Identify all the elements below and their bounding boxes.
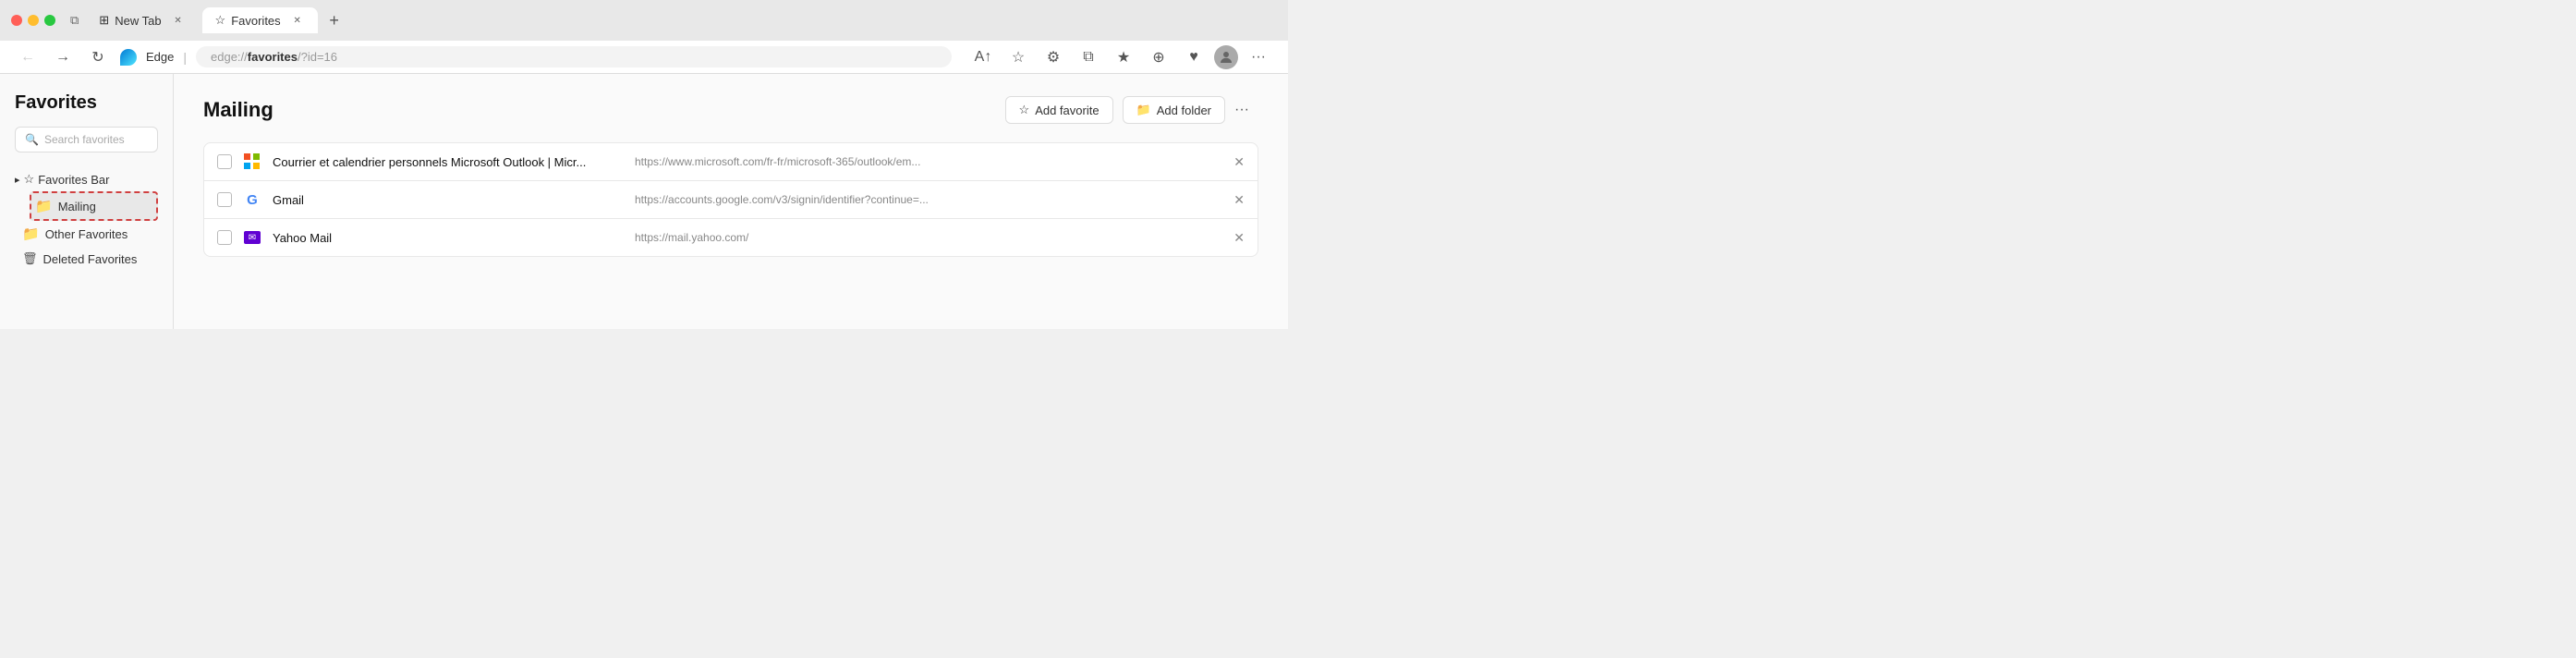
tab-bar: ⊞ New Tab ✕ ☆ Favorites ✕ + (86, 7, 1277, 33)
address-text: edge://favorites/?id=16 (211, 50, 337, 64)
folder-icon: 📁 (35, 198, 53, 214)
favorite-item-gmail: G Gmail https://accounts.google.com/v3/s… (203, 181, 1258, 219)
outlook-url: https://www.microsoft.com/fr-fr/microsof… (635, 155, 1215, 168)
address-divider: | (183, 50, 187, 65)
fullscreen-button[interactable] (44, 15, 55, 26)
search-box[interactable]: 🔍 Search favorites (15, 127, 158, 152)
tab-new-tab[interactable]: ⊞ New Tab ✕ (86, 7, 198, 33)
extension-icon: ⧉ (70, 13, 79, 28)
title-bar: ⧉ ⊞ New Tab ✕ ☆ Favorites ✕ + (0, 0, 1288, 41)
settings-more-button[interactable]: ··· (1244, 43, 1273, 72)
profile-avatar[interactable] (1214, 45, 1238, 69)
edge-rewards-icon[interactable]: ♥ (1179, 43, 1209, 72)
add-favorite-button[interactable]: ☆ Add favorite (1005, 96, 1113, 124)
favorite-item-yahoo: ✉ Yahoo Mail https://mail.yahoo.com/ ✕ (203, 219, 1258, 257)
outlook-name[interactable]: Courrier et calendrier personnels Micros… (273, 155, 624, 169)
favorite-item-outlook: Courrier et calendrier personnels Micros… (203, 142, 1258, 181)
gmail-url: https://accounts.google.com/v3/signin/id… (635, 193, 1215, 206)
favorites-tab-icon: ☆ (215, 13, 226, 28)
gmail-remove-button[interactable]: ✕ (1233, 192, 1245, 208)
content-header: Mailing ☆ Add favorite 📁 Add folder ··· (203, 96, 1258, 124)
gmail-name[interactable]: Gmail (273, 193, 624, 207)
deleted-favorites-label: Deleted Favorites (43, 252, 138, 266)
back-button[interactable]: ← (15, 44, 41, 70)
address-bar: ← → ↻ Edge | edge://favorites/?id=16 A↑ … (0, 41, 1288, 74)
new-tab-close[interactable]: ✕ (171, 13, 186, 28)
yahoo-remove-button[interactable]: ✕ (1233, 230, 1245, 246)
search-icon: 🔍 (25, 133, 39, 146)
favorites-bar-icon[interactable]: ★ (1109, 43, 1138, 72)
trash-icon: 🗑 (22, 251, 38, 266)
star-icon: ☆ (24, 172, 35, 187)
expand-icon: ▸ (15, 174, 20, 186)
add-favorite-icon: ☆ (1019, 103, 1030, 117)
read-aloud-icon[interactable]: A↑ (968, 43, 998, 72)
gmail-icon: G (243, 190, 261, 209)
favorites-bar-label: Favorites Bar (38, 173, 109, 187)
edge-logo-icon (120, 49, 137, 66)
gmail-checkbox[interactable] (217, 192, 232, 207)
favorites-tab-label: Favorites (231, 14, 280, 28)
extensions-icon[interactable]: ⚙ (1039, 43, 1068, 72)
favorites-icon[interactable]: ☆ (1003, 43, 1033, 72)
folder-icon: 📁 (22, 225, 40, 242)
forward-button[interactable]: → (50, 44, 76, 70)
address-input[interactable]: edge://favorites/?id=16 (196, 46, 952, 67)
sidebar-item-favorites-bar[interactable]: ▸ ☆ Favorites Bar (15, 167, 158, 191)
new-tab-button[interactable]: + (322, 7, 347, 33)
add-folder-label: Add folder (1157, 104, 1211, 117)
favorites-tab-close[interactable]: ✕ (290, 13, 305, 28)
sidebar-item-other-favorites[interactable]: 📁 Other Favorites (18, 221, 158, 247)
content-title: Mailing (203, 98, 996, 122)
yahoo-url: https://mail.yahoo.com/ (635, 231, 1215, 244)
outlook-remove-button[interactable]: ✕ (1233, 154, 1245, 170)
content-area: Mailing ☆ Add favorite 📁 Add folder ··· (174, 74, 1288, 329)
split-screen-icon[interactable]: ⧉ (1074, 43, 1103, 72)
other-favorites-label: Other Favorites (45, 227, 128, 241)
minimize-button[interactable] (28, 15, 39, 26)
favorites-list: Courrier et calendrier personnels Micros… (203, 142, 1258, 257)
outlook-icon (243, 152, 261, 171)
yahoo-checkbox[interactable] (217, 230, 232, 245)
add-folder-icon: 📁 (1136, 103, 1151, 117)
sidebar: Favorites 🔍 Search favorites ▸ ☆ Favorit… (0, 74, 174, 329)
traffic-lights (11, 15, 55, 26)
close-button[interactable] (11, 15, 22, 26)
content-more-button[interactable]: ··· (1225, 96, 1258, 124)
collections-icon[interactable]: ⊕ (1144, 43, 1173, 72)
main-content: Favorites 🔍 Search favorites ▸ ☆ Favorit… (0, 74, 1288, 329)
add-folder-button[interactable]: 📁 Add folder (1123, 96, 1225, 124)
add-favorite-label: Add favorite (1035, 104, 1099, 117)
toolbar-icons: A↑ ☆ ⚙ ⧉ ★ ⊕ ♥ ··· (968, 43, 1273, 72)
sidebar-item-mailing[interactable]: 📁 Mailing (30, 191, 158, 221)
yahoo-icon: ✉ (243, 228, 261, 247)
sidebar-item-deleted-favorites[interactable]: 🗑 Deleted Favorites (18, 247, 158, 271)
sidebar-title: Favorites (15, 92, 158, 114)
new-tab-icon: ⊞ (99, 13, 109, 28)
tab-favorites[interactable]: ☆ Favorites ✕ (202, 7, 318, 33)
search-placeholder: Search favorites (44, 133, 125, 146)
outlook-checkbox[interactable] (217, 154, 232, 169)
browser-name-label: Edge (146, 50, 174, 64)
mailing-label: Mailing (58, 200, 96, 213)
yahoo-name[interactable]: Yahoo Mail (273, 231, 624, 245)
new-tab-label: New Tab (115, 14, 161, 28)
refresh-button[interactable]: ↻ (85, 44, 111, 70)
